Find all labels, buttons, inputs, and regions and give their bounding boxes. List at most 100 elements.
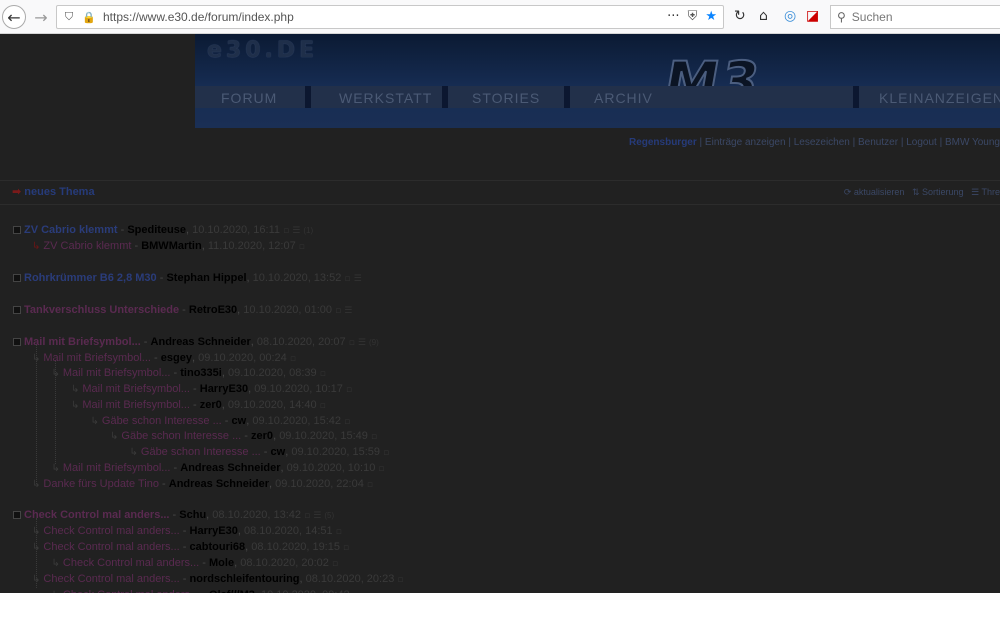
thread-author[interactable]: HarryE30 <box>190 525 238 537</box>
thread-title-link[interactable]: Mail mit Briefsymbol... <box>82 399 190 411</box>
refresh-link[interactable]: aktualisieren <box>854 187 905 197</box>
thread-reply-row[interactable]: ↳ Mail mit Briefsymbol... - tino335i, 09.… <box>52 367 326 379</box>
thread-date: 10.10.2020, 16:11 <box>192 224 281 236</box>
thread-author[interactable]: Andreas Schneider <box>169 478 269 490</box>
thread-reply-row[interactable]: ↳ Mail mit Briefsymbol... - HarryE30, 09.… <box>71 383 352 395</box>
thread-title-link[interactable]: Gäbe schon Interesse ... <box>102 415 222 427</box>
list-icon[interactable]: ☰ <box>358 338 366 348</box>
thread-author[interactable]: Andreas Schneider <box>180 462 280 474</box>
url-text[interactable]: https://www.e30.de/forum/index.php <box>103 10 294 24</box>
thread-author[interactable]: cw <box>232 415 247 427</box>
site-logo[interactable]: e30.DE <box>207 38 318 63</box>
thread-date: 09.10.2020, 15:42 <box>252 415 342 427</box>
forward-arrow-icon[interactable]: → <box>30 6 52 28</box>
list-icon[interactable]: ☰ <box>354 274 362 284</box>
threads-link[interactable]: Thre <box>981 187 1000 197</box>
thread-root-row[interactable]: Tankverschluss Unterschiede - RetroE30, … <box>13 304 352 316</box>
list-icon[interactable]: ☰ <box>344 306 352 316</box>
thread-title-link[interactable]: ZV Cabrio klemmt <box>24 224 118 236</box>
thread-title-link[interactable]: Check Control mal anders... <box>43 525 179 537</box>
url-bar[interactable]: ⛉ 🔒 https://www.e30.de/forum/index.php ·… <box>56 5 724 29</box>
thread-author[interactable]: HarryE30 <box>200 383 248 395</box>
thread-reply-row[interactable]: ↳ Check Control mal anders... - cabtouri6… <box>32 541 349 553</box>
reply-count: (5) <box>324 511 335 520</box>
thread-icon <box>13 511 21 520</box>
thread-reply-row[interactable]: ↳ ZV Cabrio klemmt - BMWMartin, 11.10.202… <box>32 240 305 252</box>
list-icon[interactable]: ☰ <box>292 226 300 236</box>
thread-reply-row[interactable]: ↳ Check Control mal anders... - nordschle… <box>32 573 404 585</box>
thread-author[interactable]: zer0 <box>200 399 222 411</box>
thread-title-link[interactable]: Check Control mal anders... <box>24 509 169 521</box>
link-logout[interactable]: Logout <box>906 137 937 148</box>
thread-author[interactable]: cabtouri68 <box>190 541 246 553</box>
thread-reply-row[interactable]: ↳ Mail mit Briefsymbol... - zer0, 09.10.2… <box>71 399 326 411</box>
thread-title-link[interactable]: Check Control mal anders... <box>63 557 199 569</box>
thread-reply-row[interactable]: ↳ Danke fürs Update Tino - Andreas Schnei… <box>32 478 373 490</box>
thread-author[interactable]: cw <box>271 446 286 458</box>
thread-author[interactable]: Andreas Schneider <box>151 336 251 348</box>
sort-link[interactable]: Sortierung <box>922 187 964 197</box>
thread-title-link[interactable]: Gäbe schon Interesse ... <box>141 446 261 458</box>
thread-title-link[interactable]: Danke fürs Update Tino <box>43 478 159 490</box>
nav-archiv[interactable]: ARCHIV <box>570 86 853 108</box>
thread-author[interactable]: tino335i <box>180 367 222 379</box>
shield-icon[interactable]: ⛉ <box>61 10 77 24</box>
search-field[interactable]: ⚲ Suchen <box>830 5 1000 29</box>
thread-reply-row[interactable]: ↳ Mail mit Briefsymbol... - esgey, 09.10.… <box>32 352 296 364</box>
username-link[interactable]: Regensburger <box>629 137 697 148</box>
link-lesezeichen[interactable]: Lesezeichen <box>794 137 850 148</box>
thread-title-link[interactable]: Mail mit Briefsymbol... <box>43 352 151 364</box>
back-arrow-icon[interactable]: ← <box>2 5 26 29</box>
extension-icon[interactable]: ◎ <box>784 8 796 24</box>
thread-reply-row[interactable]: ↳ Check Control mal anders... - HarryE30,… <box>32 525 342 537</box>
thread-title-link[interactable]: Mail mit Briefsymbol... <box>82 383 190 395</box>
thread-reply-row[interactable]: ↳ Gäbe schon Interesse ... - cw, 09.10.20… <box>130 446 390 458</box>
thread-title-link[interactable]: Rohrkrümmer B6 2,8 M30 <box>24 272 157 284</box>
thread-title-link[interactable]: Tankverschluss Unterschiede <box>24 304 179 316</box>
thread-author[interactable]: Stephan Hippel <box>166 272 246 284</box>
thread-author[interactable]: Schu <box>179 509 206 521</box>
thread-title-link[interactable]: Check Control mal anders... <box>43 541 179 553</box>
thread-title-link[interactable]: Mail mit Briefsymbol... <box>24 336 141 348</box>
thread-reply-row[interactable]: ↳ Check Control mal anders... - Mole, 08.… <box>52 557 339 569</box>
thread-root-row[interactable]: Rohrkrümmer B6 2,8 M30 - Stephan Hippel,… <box>13 272 362 284</box>
lock-icon[interactable]: 🔒 <box>81 11 97 24</box>
extension-icon[interactable]: ◪ <box>806 8 819 24</box>
nav-werkstatt[interactable]: WERKSTATT <box>311 86 442 108</box>
list-icon[interactable]: ☰ <box>313 511 321 521</box>
new-thread-label[interactable]: neues Thema <box>24 186 94 198</box>
link-benutzer[interactable]: Benutzer <box>858 137 898 148</box>
thread-root-row[interactable]: Check Control mal anders... - Schu, 08.1… <box>13 509 334 521</box>
thread-title-link[interactable]: Mail mit Briefsymbol... <box>63 367 171 379</box>
thread-author[interactable]: Mole <box>209 557 234 569</box>
thread-author[interactable]: zer0 <box>251 430 273 442</box>
new-thread-link[interactable]: ➡ neues Thema <box>12 185 95 198</box>
thread-date: 09.10.2020, 10:10 <box>286 462 376 474</box>
nav-kleinanzeigen[interactable]: KLEINANZEIGEN <box>859 86 1000 108</box>
thread-title-link[interactable]: Gäbe schon Interesse ... <box>121 430 241 442</box>
thread-author[interactable]: nordschleifentouring <box>190 573 300 585</box>
reply-branch-icon: ↳ <box>32 353 41 364</box>
thread-author[interactable]: esgey <box>161 352 192 364</box>
thread-author[interactable]: RetroE30 <box>189 304 237 316</box>
thread-reply-row[interactable]: ↳ Gäbe schon Interesse ... - zer0, 09.10.… <box>110 430 377 442</box>
thread-reply-row[interactable]: ↳ Gäbe schon Interesse ... - cw, 09.10.20… <box>91 415 351 427</box>
thread-reply-row[interactable]: ↳ Mail mit Briefsymbol... - Andreas Schne… <box>52 462 385 474</box>
reload-icon[interactable]: ↻ <box>734 8 746 24</box>
nav-stories[interactable]: STORIES <box>448 86 564 108</box>
thread-root-row[interactable]: Mail mit Briefsymbol... - Andreas Schnei… <box>13 336 379 348</box>
more-icon[interactable]: ··· <box>667 9 679 24</box>
thread-root-row[interactable]: ZV Cabrio klemmt - Spediteuse, 10.10.202… <box>13 224 313 236</box>
thread-title-link[interactable]: Mail mit Briefsymbol... <box>63 462 171 474</box>
home-icon[interactable]: ⌂ <box>759 8 768 24</box>
nav-forum[interactable]: FORUM <box>195 86 305 108</box>
speech-bubble-icon: ▫ <box>344 274 351 284</box>
thread-title-link[interactable]: ZV Cabrio klemmt <box>43 240 131 252</box>
pocket-icon[interactable]: ⛨ <box>688 9 698 24</box>
thread-author[interactable]: BMWMartin <box>141 240 202 252</box>
link-eintraege[interactable]: Einträge anzeigen <box>705 137 786 148</box>
thread-title-link[interactable]: Check Control mal anders... <box>43 573 179 585</box>
thread-author[interactable]: Spediteuse <box>127 224 186 236</box>
star-icon[interactable]: ★ <box>705 9 717 24</box>
link-bmw-young[interactable]: BMW Young <box>945 137 1000 148</box>
